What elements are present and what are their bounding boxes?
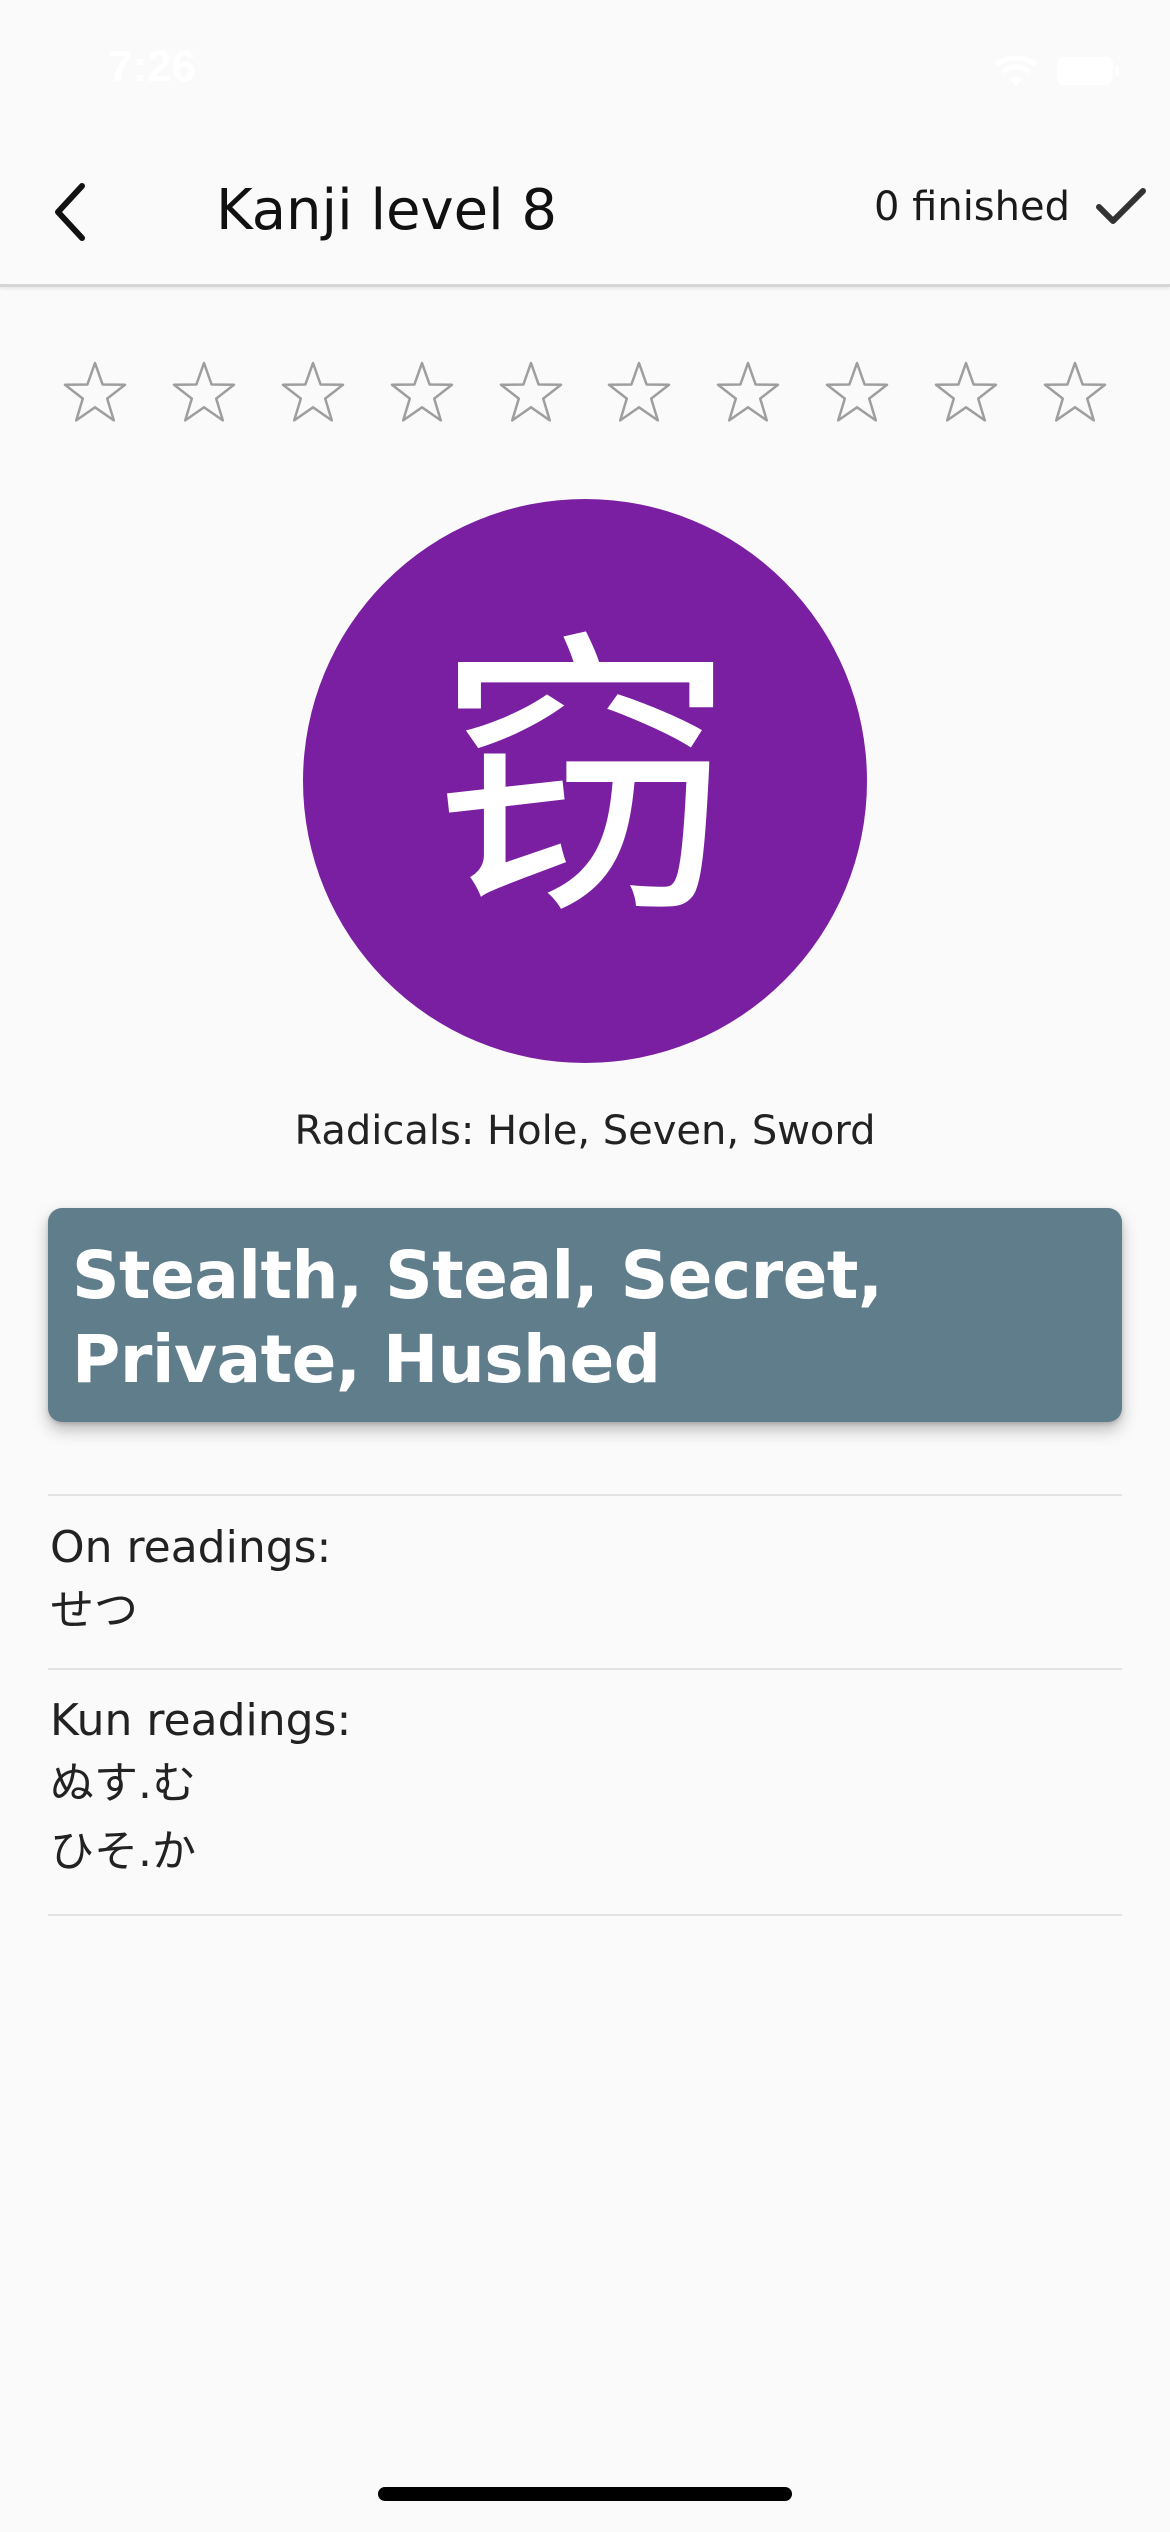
status-time: 7:26 [108,42,197,91]
kun-reading-value: ひそ.か [50,1826,196,1877]
kanji-circle: 窃 [303,499,867,1063]
wifi-icon [995,56,1037,86]
on-readings-label: On readings: [50,1522,332,1573]
divider [48,1914,1122,1916]
kun-reading-value: ぬす.む [50,1758,196,1809]
star-icon[interactable] [490,352,572,432]
star-icon[interactable] [598,352,680,432]
star-icon[interactable] [707,352,789,432]
radicals-text: Radicals: Hole, Seven, Sword [294,1108,876,1154]
star-icon[interactable] [816,352,898,432]
star-rating [54,352,1116,432]
star-icon[interactable] [925,352,1007,432]
on-reading-value: せつ [50,1585,138,1636]
finished-button[interactable]: 0 finished [874,184,1146,230]
finished-count-label: 0 finished [873,184,1070,230]
star-icon[interactable] [54,352,136,432]
star-icon[interactable] [1034,352,1116,432]
star-icon[interactable] [163,352,245,432]
kun-readings-section: Kun readings: ぬす.む ひそ.か [50,1692,351,1886]
chevron-left-icon [55,183,85,241]
on-readings-section: On readings: せつ [50,1519,331,1645]
kanji-character: 窃 [435,606,735,955]
divider [48,1668,1122,1670]
status-icons [994,56,1120,88]
star-icon[interactable] [381,352,463,432]
divider [48,1494,1122,1496]
page-title: Kanji level 8 [216,178,558,243]
home-indicator [378,2487,792,2501]
kun-readings-label: Kun readings: [50,1695,352,1746]
app-bar: Kanji level 8 0 finished [0,140,1170,287]
star-icon[interactable] [272,352,354,432]
back-button[interactable] [30,172,110,252]
meaning-text: Stealth, Steal, Secret, Private, Hushed [72,1237,883,1398]
check-icon [1096,188,1146,224]
status-bar: 7:26 [0,0,1170,140]
meaning-card: Stealth, Steal, Secret, Private, Hushed [48,1208,1122,1422]
battery-icon [1057,57,1119,85]
